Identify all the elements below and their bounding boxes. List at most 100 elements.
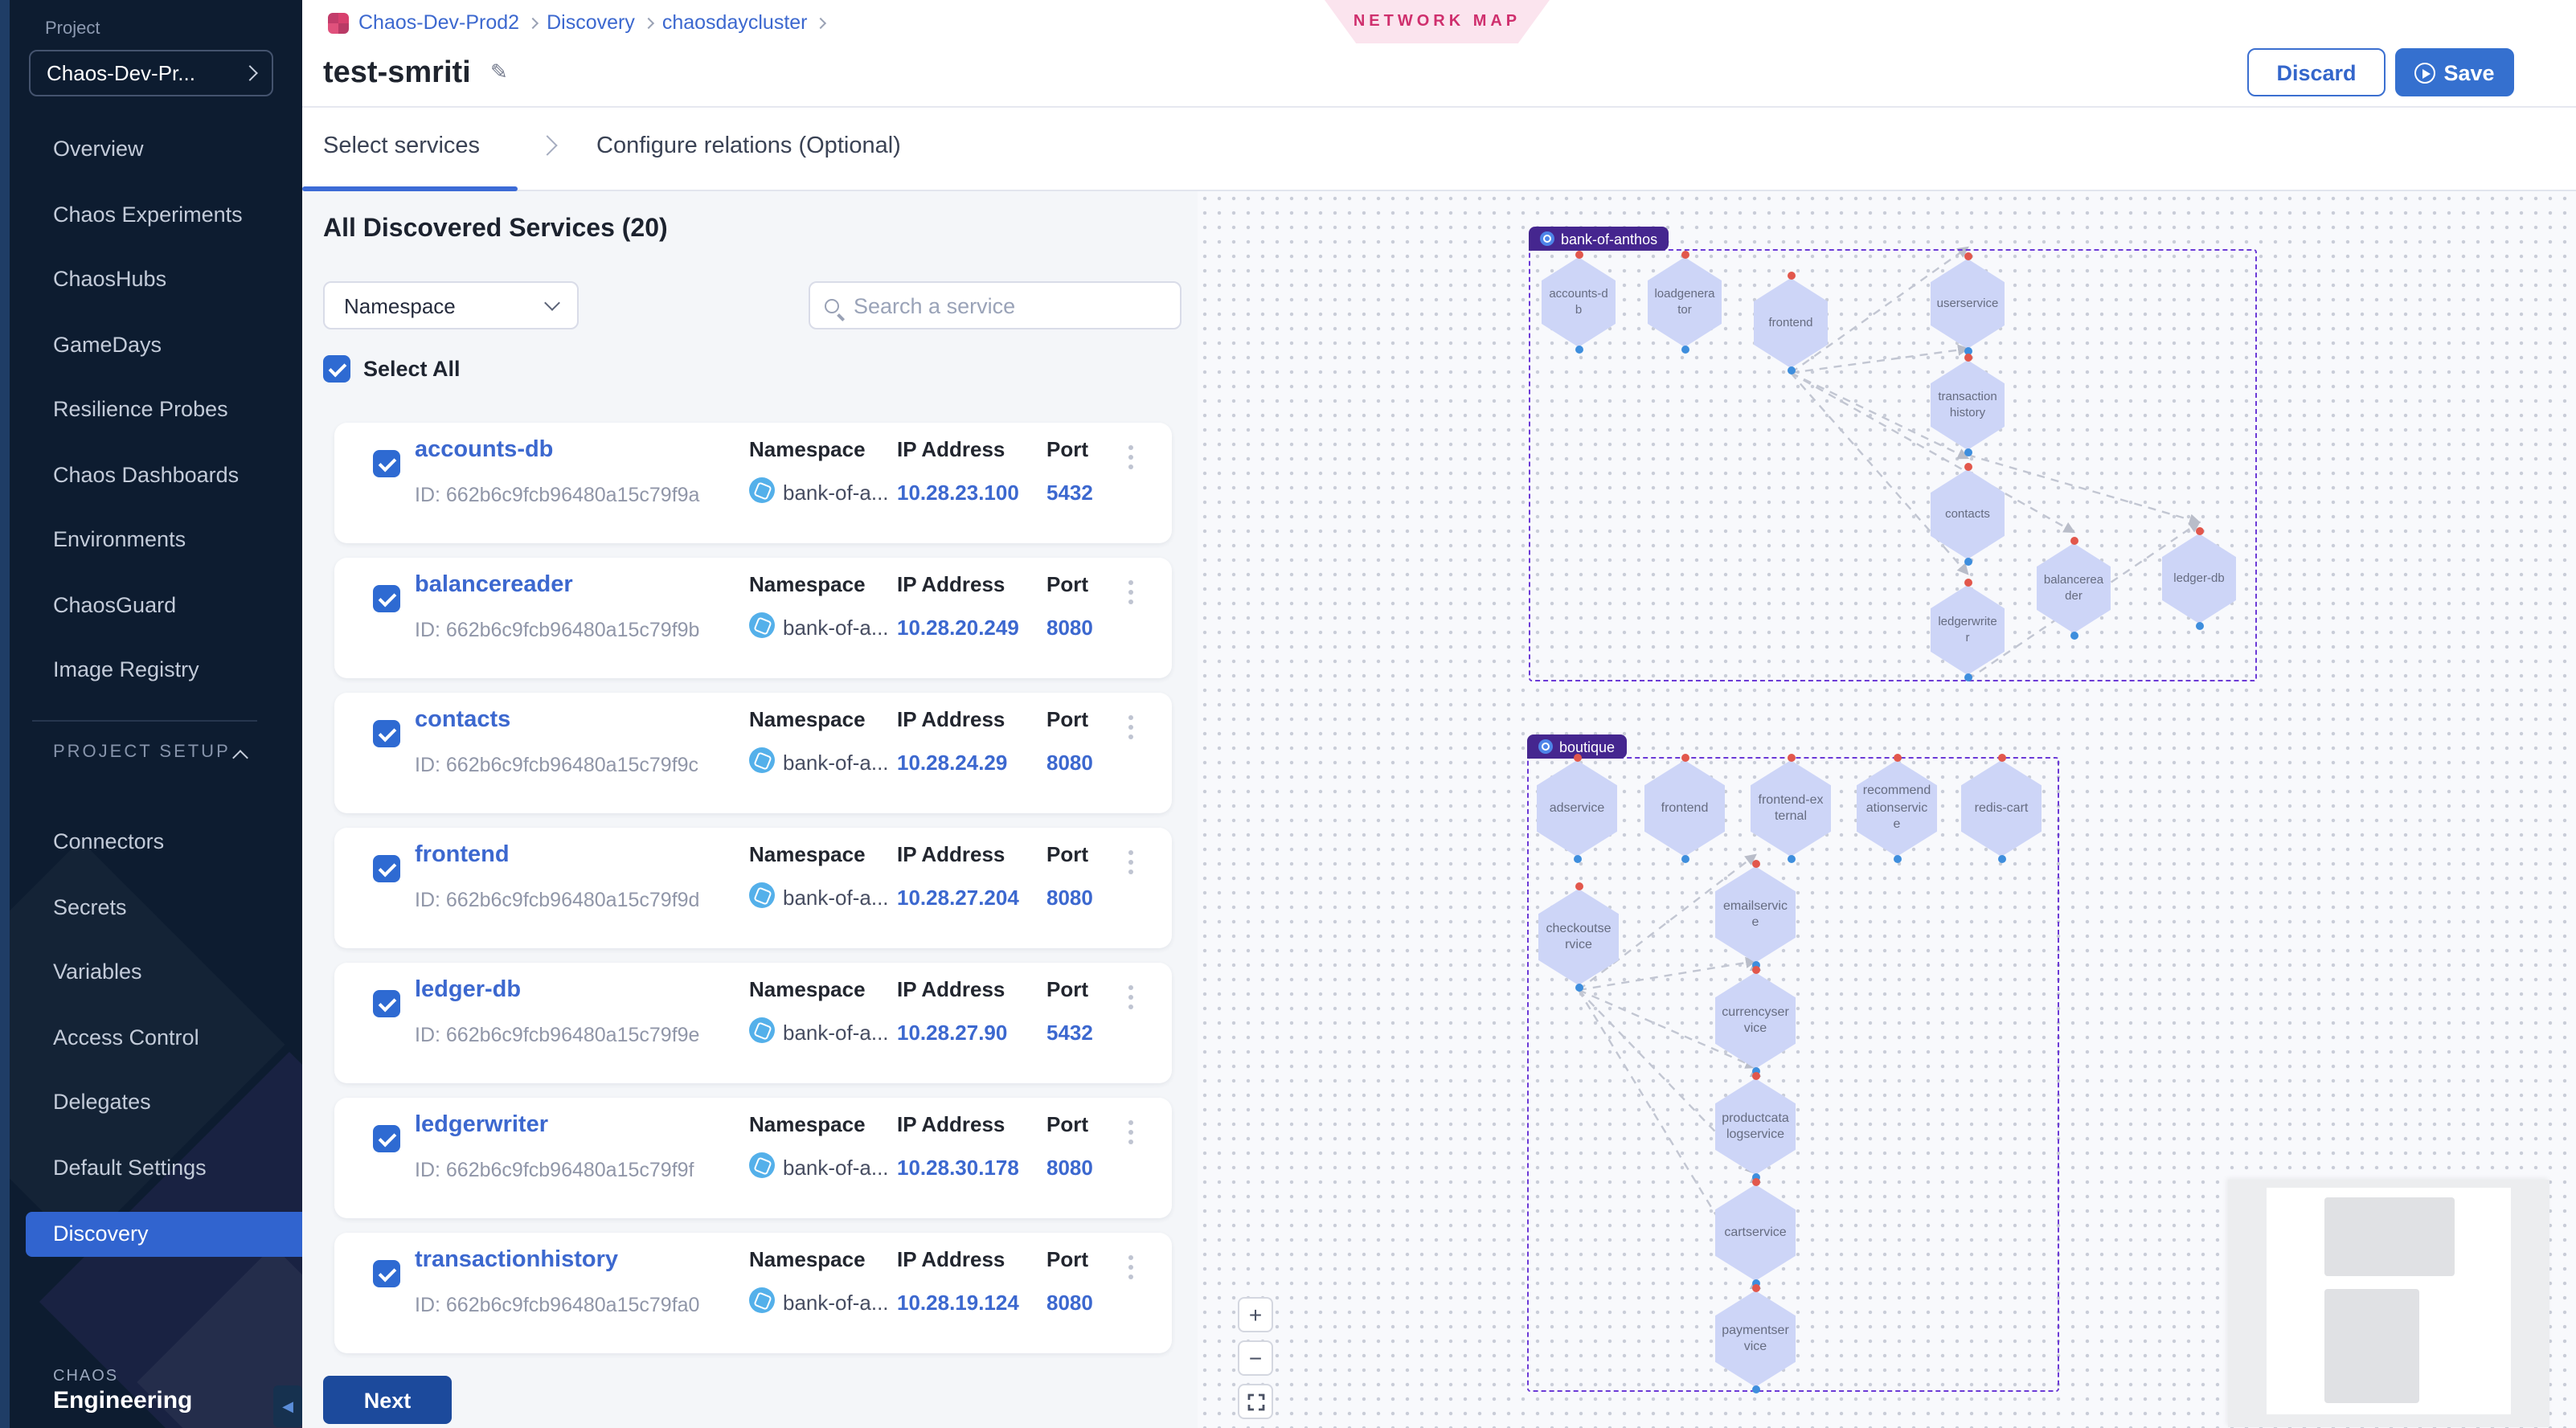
service-ip[interactable]: 10.28.27.90 xyxy=(897,1021,1007,1045)
service-list: accounts-db ID: 662b6c9fcb96480a15c79f9a… xyxy=(334,423,1172,1353)
column-header-port: Port xyxy=(1046,977,1088,1001)
minimap-panel[interactable] xyxy=(2228,1180,2549,1427)
service-port[interactable]: 8080 xyxy=(1046,751,1093,775)
sidebar-item[interactable]: ChaosGuard xyxy=(53,589,243,621)
breadcrumb-project[interactable]: Chaos-Dev-Prod2 xyxy=(358,11,519,34)
service-checkbox[interactable] xyxy=(373,1125,400,1152)
service-port[interactable]: 5432 xyxy=(1046,1021,1093,1045)
service-checkbox[interactable] xyxy=(373,1260,400,1287)
service-checkbox[interactable] xyxy=(373,855,400,882)
node-outbound-dot xyxy=(1964,558,1972,566)
service-name-link[interactable]: frontend xyxy=(415,842,510,868)
sidebar-item[interactable]: Chaos Experiments xyxy=(53,198,243,231)
page-header: Chaos-Dev-Prod2 Discovery chaosdaycluste… xyxy=(302,0,2576,108)
sidebar-item[interactable]: ChaosHubs xyxy=(53,264,243,296)
sidebar-item[interactable]: Access Control xyxy=(53,1021,207,1054)
column-header-namespace: Namespace xyxy=(749,1247,866,1271)
sidebar-item[interactable]: Chaos Dashboards xyxy=(53,459,243,491)
fullscreen-icon xyxy=(1247,1393,1264,1410)
service-checkbox[interactable] xyxy=(373,585,400,612)
save-button[interactable]: Save xyxy=(2395,48,2514,96)
search-input[interactable] xyxy=(850,292,1140,319)
sidebar-item[interactable]: Delegates xyxy=(53,1086,207,1119)
kubernetes-namespace-icon xyxy=(749,882,775,908)
select-all-checkbox[interactable] xyxy=(323,355,350,383)
sidebar-item[interactable]: Default Settings xyxy=(53,1152,207,1184)
service-namespace: bank-of-a... xyxy=(783,751,889,775)
sidebar-item[interactable]: Variables xyxy=(53,956,207,988)
sidebar-item[interactable]: Environments xyxy=(53,524,243,556)
sidebar-item[interactable]: Overview xyxy=(53,133,243,166)
column-header-port: Port xyxy=(1046,437,1088,461)
kebab-menu-icon[interactable] xyxy=(1128,985,1133,990)
column-header-namespace: Namespace xyxy=(749,1112,866,1136)
service-id: ID: 662b6c9fcb96480a15c79fa0 xyxy=(415,1294,699,1316)
project-label: Project xyxy=(45,19,100,39)
sidebar-item[interactable]: Resilience Probes xyxy=(53,394,243,426)
module-rail xyxy=(0,0,10,1428)
kebab-menu-icon[interactable] xyxy=(1128,850,1133,855)
project-setup-header[interactable]: PROJECT SETUP xyxy=(53,743,231,762)
sidebar-item-discovery[interactable]: Discovery xyxy=(26,1212,302,1257)
service-checkbox[interactable] xyxy=(373,990,400,1017)
sidebar-item[interactable]: GameDays xyxy=(53,329,243,361)
service-ip[interactable]: 10.28.20.249 xyxy=(897,616,1019,640)
next-button[interactable]: Next xyxy=(323,1376,452,1424)
service-name-link[interactable]: transactionhistory xyxy=(415,1247,618,1273)
zoom-out-button[interactable]: − xyxy=(1238,1340,1273,1376)
service-name-link[interactable]: ledger-db xyxy=(415,977,521,1003)
service-ip[interactable]: 10.28.30.178 xyxy=(897,1156,1019,1180)
column-header-ip: IP Address xyxy=(897,437,1005,461)
kebab-menu-icon[interactable] xyxy=(1128,715,1133,720)
select-all: Select All xyxy=(323,355,461,383)
node-inbound-dot xyxy=(1751,1284,1759,1292)
node-outbound-dot xyxy=(1997,855,2005,863)
service-name-link[interactable]: ledgerwriter xyxy=(415,1112,548,1138)
sidebar-item[interactable]: Secrets xyxy=(53,891,207,923)
map-boundary-bank-of-anthos xyxy=(1529,249,2257,681)
node-outbound-dot xyxy=(1575,984,1583,992)
service-namespace: bank-of-a... xyxy=(783,1021,889,1045)
chevron-right-icon xyxy=(643,17,654,28)
service-port[interactable]: 8080 xyxy=(1046,1156,1093,1180)
namespace-filter-dropdown[interactable]: Namespace xyxy=(323,281,579,329)
service-ip[interactable]: 10.28.19.124 xyxy=(897,1291,1019,1315)
service-ip[interactable]: 10.28.27.204 xyxy=(897,886,1019,910)
kebab-menu-icon[interactable] xyxy=(1128,1120,1133,1125)
service-ip[interactable]: 10.28.24.29 xyxy=(897,751,1007,775)
sidebar: Project Chaos-Dev-Pr... Overview Chaos Ex… xyxy=(0,0,302,1428)
service-port[interactable]: 8080 xyxy=(1046,1291,1093,1315)
tab-select-services[interactable]: Select services xyxy=(323,133,480,159)
service-name-link[interactable]: contacts xyxy=(415,707,510,733)
kebab-menu-icon[interactable] xyxy=(1128,580,1133,585)
sidebar-item[interactable]: Image Registry xyxy=(53,654,243,686)
node-inbound-dot xyxy=(1964,252,1972,260)
chevron-right-icon xyxy=(815,17,826,28)
kebab-menu-icon[interactable] xyxy=(1128,1255,1133,1260)
service-name-link[interactable]: accounts-db xyxy=(415,437,553,463)
service-id: ID: 662b6c9fcb96480a15c79f9e xyxy=(415,1024,699,1046)
service-port[interactable]: 8080 xyxy=(1046,616,1093,640)
node-inbound-dot xyxy=(1997,754,2005,762)
kebab-menu-icon[interactable] xyxy=(1128,445,1133,450)
service-id: ID: 662b6c9fcb96480a15c79f9f xyxy=(415,1159,694,1181)
service-ip[interactable]: 10.28.23.100 xyxy=(897,481,1019,505)
service-name-link[interactable]: balancereader xyxy=(415,572,573,598)
service-checkbox[interactable] xyxy=(373,450,400,477)
breadcrumb-agent[interactable]: chaosdaycluster xyxy=(662,11,808,34)
sidebar-collapse-button[interactable]: ◀ xyxy=(273,1385,302,1427)
zoom-in-button[interactable]: + xyxy=(1238,1297,1273,1332)
tab-configure-relations[interactable]: Configure relations (Optional) xyxy=(596,133,901,159)
fullscreen-button[interactable] xyxy=(1238,1384,1273,1419)
node-inbound-dot xyxy=(1751,1178,1759,1186)
sidebar-item[interactable]: Connectors xyxy=(53,826,207,858)
service-port[interactable]: 5432 xyxy=(1046,481,1093,505)
discard-button[interactable]: Discard xyxy=(2247,48,2386,96)
service-checkbox[interactable] xyxy=(373,720,400,747)
minimap-map-block xyxy=(2324,1197,2455,1276)
column-header-ip: IP Address xyxy=(897,707,1005,731)
service-port[interactable]: 8080 xyxy=(1046,886,1093,910)
breadcrumb-discovery[interactable]: Discovery xyxy=(547,11,635,34)
project-selector[interactable]: Chaos-Dev-Pr... xyxy=(29,50,273,96)
edit-title-icon[interactable]: ✎ xyxy=(490,59,508,85)
